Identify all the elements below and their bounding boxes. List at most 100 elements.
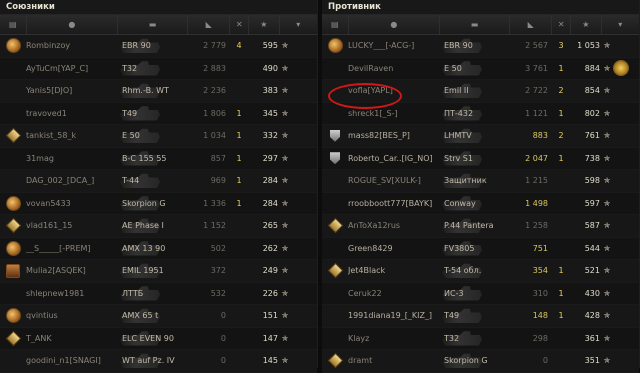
player-row[interactable]: tankist_58_k E 50 1 034 1 332 ✯ (0, 125, 317, 148)
player-row[interactable]: AnToXa12rus P.44 Pantera 1 258 587 ✯ (322, 215, 639, 238)
player-name[interactable]: __S_____[-PREM] (26, 244, 118, 253)
tank-cell: AE Phase I (118, 215, 188, 237)
player-row[interactable]: ROGUE_SV[XULK-] Защитник 1 215 598 ✯ (322, 170, 639, 193)
player-icon[interactable]: ● (27, 15, 119, 34)
list-icon[interactable]: ▤ (0, 15, 27, 34)
tank-name: T49 (122, 108, 138, 118)
xp-value: 351 (584, 356, 600, 366)
tank-cell: Conway (440, 193, 510, 215)
player-name[interactable]: rroobboott777[BAYK] (348, 199, 440, 208)
sort-icon[interactable]: ▾ (280, 15, 317, 34)
player-name[interactable]: mass82[BES_P] (348, 131, 440, 140)
player-row[interactable]: LUCKY___[-ACG-] EBR 90 2 567 3 1 053 ✯ (322, 35, 639, 58)
xp-value: 802 (584, 108, 600, 118)
sort-icon[interactable]: ▾ (602, 15, 639, 34)
xp-value: 145 (262, 356, 278, 366)
player-name[interactable]: Roberto_Car..[IG_NO] (348, 154, 440, 163)
player-row[interactable]: Ceruk22 ИС-3 310 1 430 ✯ (322, 282, 639, 305)
player-row[interactable]: Klayz T32 298 361 ✯ (322, 327, 639, 350)
player-row[interactable]: travoved1 T49 1 806 1 345 ✯ (0, 102, 317, 125)
player-row[interactable]: rroobboott777[BAYK] Conway 1 498 597 ✯ (322, 192, 639, 215)
player-name[interactable]: vlad161_15 (26, 221, 118, 230)
tank-icon[interactable]: ▬ (440, 15, 511, 34)
shield-icon (330, 129, 340, 142)
achievement-icon (5, 38, 21, 54)
tank-cell: B-C 155 55 (118, 148, 188, 170)
tank-icon[interactable]: ▬ (118, 15, 189, 34)
player-row[interactable]: qvintius AMX 65 t 0 151 ✯ (0, 305, 317, 328)
player-row[interactable]: mass82[BES_P] LHMTV 883 2 761 ✯ (322, 125, 639, 148)
player-row[interactable]: Yanis5[DJO] Rhm.-B. WT 2 236 383 ✯ (0, 80, 317, 103)
player-name[interactable]: AyTuCm[YAP_C] (26, 64, 118, 73)
damage-icon[interactable]: ◣ (188, 15, 231, 34)
player-row[interactable]: Mulia2[ASQEK] EMIL 1951 372 249 ✯ (0, 260, 317, 283)
player-name[interactable]: goodini_n1[SNAGI] (26, 356, 118, 365)
player-name[interactable]: tankist_58_k (26, 131, 118, 140)
tank-cell: Skorpion G (118, 193, 188, 215)
player-name[interactable]: T_ANK (26, 334, 118, 343)
shield-icon (330, 152, 340, 165)
badge-icon (6, 263, 20, 278)
damage-icon[interactable]: ◣ (510, 15, 553, 34)
player-row[interactable]: vovan5433 Skorpion G 1 336 1 284 ✯ (0, 192, 317, 215)
frag-icon[interactable]: ✕ (552, 15, 572, 34)
player-name[interactable]: shreck1[_S-] (348, 109, 440, 118)
damage-value: 0 (220, 356, 226, 366)
xp-value: 383 (262, 86, 278, 96)
tank-name: E 50 (444, 63, 462, 73)
achievement-cell (0, 38, 26, 54)
xp-value: 854 (584, 86, 600, 96)
xp-star-icon: ✯ (281, 108, 289, 118)
xp-icon[interactable]: ★ (249, 15, 280, 34)
player-row[interactable]: DevilRaven E 50 3 761 1 884 ✯ (322, 57, 639, 80)
player-row[interactable]: goodini_n1[SNAGI] WT auf Pz. IV 0 145 ✯ (0, 350, 317, 373)
player-row[interactable]: 1991diana19_[_KIZ_] T49 148 1 428 ✯ (322, 305, 639, 328)
player-row[interactable]: Roberto_Car..[IG_NO] Strv S1 2 047 1 738 ✯ (322, 147, 639, 170)
tank-name: FV3805 (444, 243, 475, 253)
player-name[interactable]: Mulia2[ASQEK] (26, 266, 118, 275)
player-name[interactable]: Green8429 (348, 244, 440, 253)
xp-star-icon: ✯ (603, 131, 611, 141)
achievement-icon (5, 308, 21, 324)
tank-cell: P.44 Pantera (440, 215, 510, 237)
player-name[interactable]: travoved1 (26, 109, 118, 118)
list-icon[interactable]: ▤ (322, 15, 349, 34)
player-name[interactable]: AnToXa12rus (348, 221, 440, 230)
player-row[interactable]: Rombinzoy EBR 90 2 779 4 595 ✯ (0, 35, 317, 58)
player-row[interactable]: AyTuCm[YAP_C] T32 2 883 490 ✯ (0, 57, 317, 80)
player-row[interactable]: 31mag B-C 155 55 857 1 297 ✯ (0, 147, 317, 170)
xp-star-icon: ✯ (603, 176, 611, 186)
player-row[interactable]: __S_____[-PREM] AMX 13 90 502 262 ✯ (0, 237, 317, 260)
player-row[interactable]: shlepnew1981 ЛТТБ 532 226 ✯ (0, 282, 317, 305)
player-name[interactable]: Klayz (348, 334, 440, 343)
frags-value: 1 (236, 153, 242, 163)
player-name[interactable]: Jet4Black (348, 266, 440, 275)
tank-cell: T32 (440, 328, 510, 350)
player-name[interactable]: DevilRaven (348, 64, 440, 73)
player-name[interactable]: dramt (348, 356, 440, 365)
player-row[interactable]: vlad161_15 AE Phase I 1 152 265 ✯ (0, 215, 317, 238)
player-row[interactable]: T_ANK ELC EVEN 90 0 147 ✯ (0, 327, 317, 350)
player-name[interactable]: 1991diana19_[_KIZ_] (348, 311, 440, 320)
xp-value: 151 (262, 311, 278, 321)
player-name[interactable]: qvintius (26, 311, 118, 320)
battle-results-screen: Союзники ▤ ● ▬ ◣ ✕ ★ ▾ Rombinzoy EBR 90 2 … (0, 0, 640, 373)
tank-name: T-44 (122, 176, 140, 186)
player-name[interactable]: Yanis5[DJO] (26, 86, 118, 95)
player-name[interactable]: LUCKY___[-ACG-] (348, 41, 440, 50)
frag-icon[interactable]: ✕ (230, 15, 250, 34)
player-name[interactable]: DAG_002_[DCA_] (26, 176, 118, 185)
player-row[interactable]: DAG_002_[DCA_] T-44 969 1 284 ✯ (0, 170, 317, 193)
player-row[interactable]: Jet4Black T-54 обл. 354 1 521 ✯ (322, 260, 639, 283)
player-name[interactable]: Ceruk22 (348, 289, 440, 298)
player-name[interactable]: Rombinzoy (26, 41, 118, 50)
xp-value: 738 (584, 153, 600, 163)
player-name[interactable]: ROGUE_SV[XULK-] (348, 176, 440, 185)
xp-icon[interactable]: ★ (571, 15, 602, 34)
player-icon[interactable]: ● (349, 15, 441, 34)
player-name[interactable]: 31mag (26, 154, 118, 163)
player-name[interactable]: vovan5433 (26, 199, 118, 208)
player-row[interactable]: Green8429 FV3805 751 544 ✯ (322, 237, 639, 260)
player-name[interactable]: shlepnew1981 (26, 289, 118, 298)
player-row[interactable]: dramt Skorpion G 0 351 ✯ (322, 350, 639, 373)
